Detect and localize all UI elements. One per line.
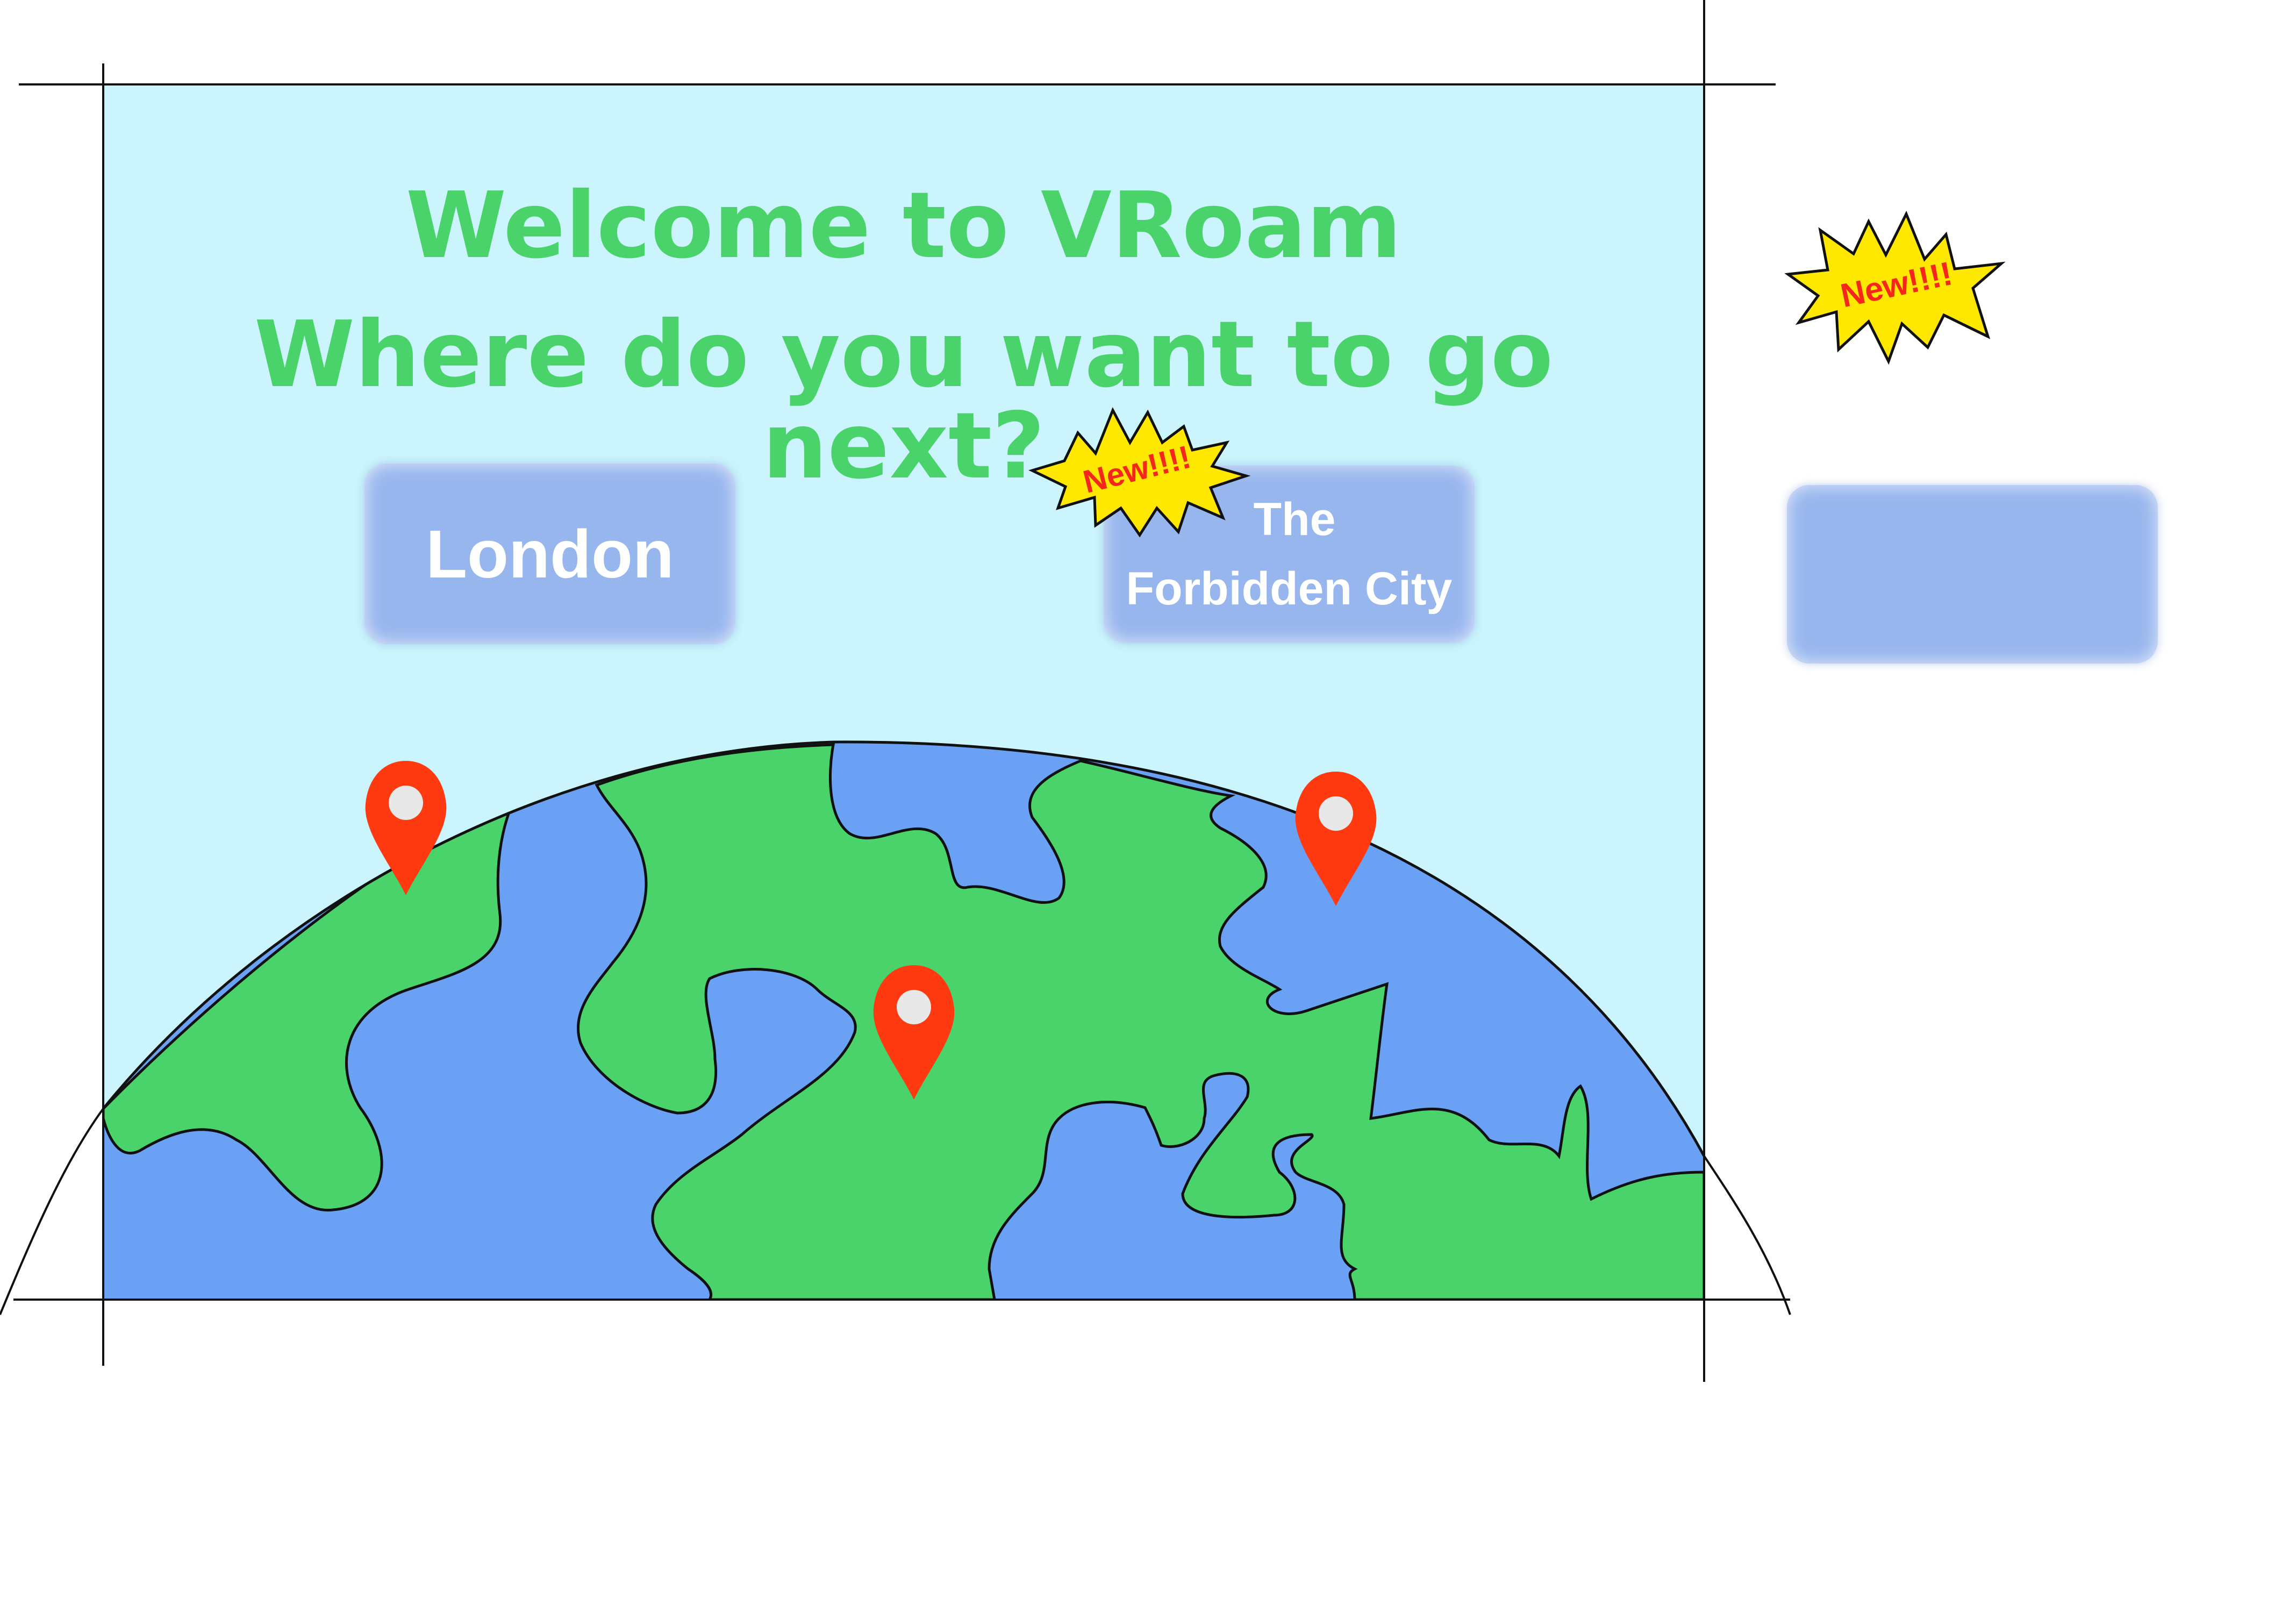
vroam-home-screen: Welcome to VRoam Where do you want to go… (0, 0, 2296, 1612)
prompt-subtitle: Where do you want to go next? (254, 302, 1554, 500)
new-badge: New!!!! (1784, 210, 2006, 365)
welcome-title: Welcome to VRoam (405, 173, 1402, 279)
frame-guide-top (19, 83, 1776, 85)
globe-outline-left-extension (0, 1108, 104, 1315)
globe-outline-right-extension (1703, 1155, 1791, 1315)
forbidden-city-label-line2: Forbidden City (1126, 563, 1453, 615)
new-badge: New!!!! (1028, 407, 1251, 538)
london-button-label: London (426, 516, 674, 592)
frame-guide-bottom (13, 1299, 1790, 1301)
forbidden-city-label-line1: The (1253, 494, 1336, 545)
empty-destination-button[interactable] (1787, 485, 2158, 664)
london-button[interactable]: London (364, 463, 735, 644)
